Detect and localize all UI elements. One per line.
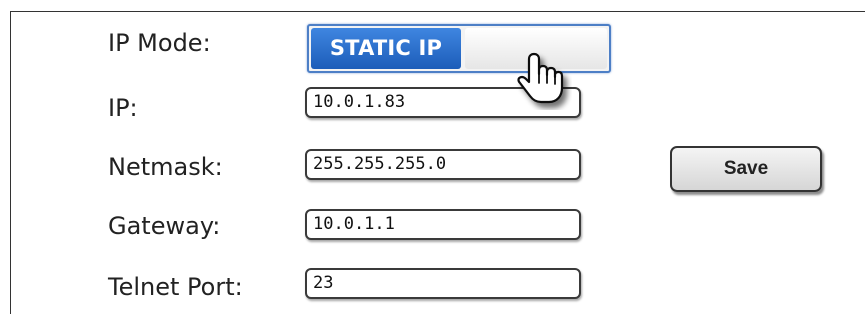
netmask-label: Netmask: <box>108 153 223 181</box>
save-button[interactable]: Save <box>670 146 822 192</box>
ip-mode-label: IP Mode: <box>108 29 211 57</box>
gateway-field[interactable]: 10.0.1.1 <box>305 209 581 240</box>
ip-mode-static-option[interactable]: STATIC IP <box>311 28 461 69</box>
netmask-field[interactable]: 255.255.255.0 <box>305 149 581 180</box>
telnet-port-field[interactable]: 23 <box>305 268 581 299</box>
ip-label: IP: <box>108 94 138 122</box>
hand-pointer-icon <box>517 52 564 104</box>
gateway-label: Gateway: <box>108 212 221 240</box>
telnet-port-label: Telnet Port: <box>108 273 243 301</box>
